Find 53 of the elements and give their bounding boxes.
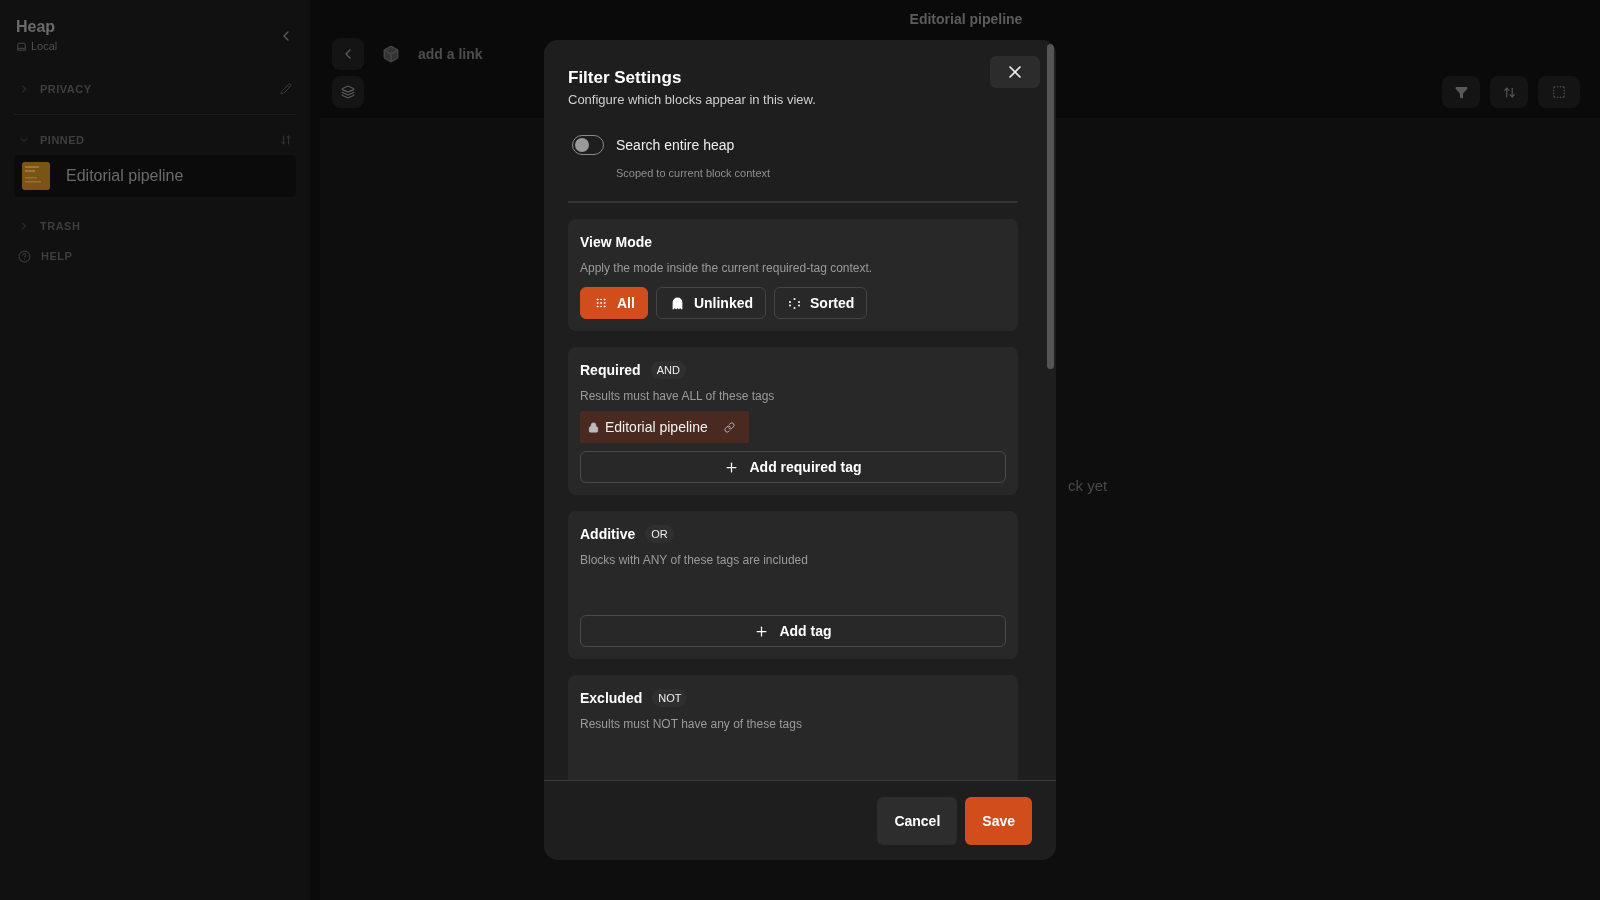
scrollbar-thumb[interactable]: [1047, 44, 1054, 369]
pencil-icon[interactable]: [280, 83, 292, 95]
dialog-title: Filter Settings: [568, 68, 683, 88]
tag-chip[interactable]: Editorial pipeline: [580, 411, 749, 443]
link-icon[interactable]: [723, 421, 735, 433]
dashed-square-icon: [1552, 85, 1566, 99]
mode-button[interactable]: Sorted: [774, 287, 868, 319]
select-button[interactable]: [1538, 76, 1580, 108]
grid-dots-icon: [595, 297, 607, 309]
plus-icon: [754, 623, 770, 639]
close-button[interactable]: [990, 56, 1040, 88]
layers-button[interactable]: [332, 76, 364, 108]
card-title: View Mode: [580, 234, 653, 250]
laptop-icon: [16, 40, 27, 52]
ghost-icon: [670, 296, 684, 310]
toggle-note: Scoped to current block context: [616, 167, 772, 179]
toggle-label: Search entire heap: [616, 137, 735, 153]
pinned-item[interactable]: Editorial pipeline: [14, 155, 296, 197]
back-button[interactable]: [332, 38, 364, 70]
save-button[interactable]: Save: [965, 796, 1032, 845]
card-title: Additive: [580, 526, 636, 542]
filter-button[interactable]: [1442, 76, 1480, 108]
filter-icon: [1454, 85, 1468, 99]
mode-button[interactable]: All: [580, 287, 648, 319]
help-icon: [18, 249, 31, 263]
page-title: Editorial pipeline: [908, 10, 1024, 29]
sort-icon[interactable]: [280, 134, 292, 146]
add-tag-button[interactable]: Add required tag: [580, 451, 1006, 483]
card-description: Blocks with ANY of these tags are included: [580, 553, 809, 567]
workspace-title: Heap: [16, 18, 57, 36]
link-placeholder[interactable]: add a link: [418, 46, 483, 62]
card-description: Results must NOT have any of these tags: [580, 717, 803, 731]
operator-badge: AND: [650, 361, 686, 379]
add-tag-button[interactable]: Add tag: [580, 615, 1006, 647]
card-title: Excluded: [580, 690, 643, 706]
toggle-switch[interactable]: [572, 135, 604, 155]
plus-icon: [724, 459, 740, 475]
location-label: Local: [31, 40, 58, 52]
layers-icon: [341, 85, 355, 99]
card-description: Apply the mode inside the current required-tag context.: [580, 261, 874, 275]
operator-badge: OR: [645, 525, 674, 543]
cube-icon: [382, 45, 400, 63]
operator-badge: NOT: [652, 689, 688, 707]
dialog-subtitle: Configure which blocks appear in this view.: [568, 92, 817, 107]
cancel-button[interactable]: Cancel: [877, 796, 958, 845]
lock-icon: [588, 421, 599, 433]
mode-button[interactable]: Unlinked: [655, 287, 766, 319]
empty-state-text: ck yet: [1068, 477, 1108, 494]
card-title: Required: [580, 362, 641, 378]
dots-icon: [789, 297, 800, 309]
sort-icon: [1502, 85, 1516, 99]
sort-button[interactable]: [1490, 76, 1528, 108]
card-description: Results must have ALL of these tags: [580, 389, 776, 403]
